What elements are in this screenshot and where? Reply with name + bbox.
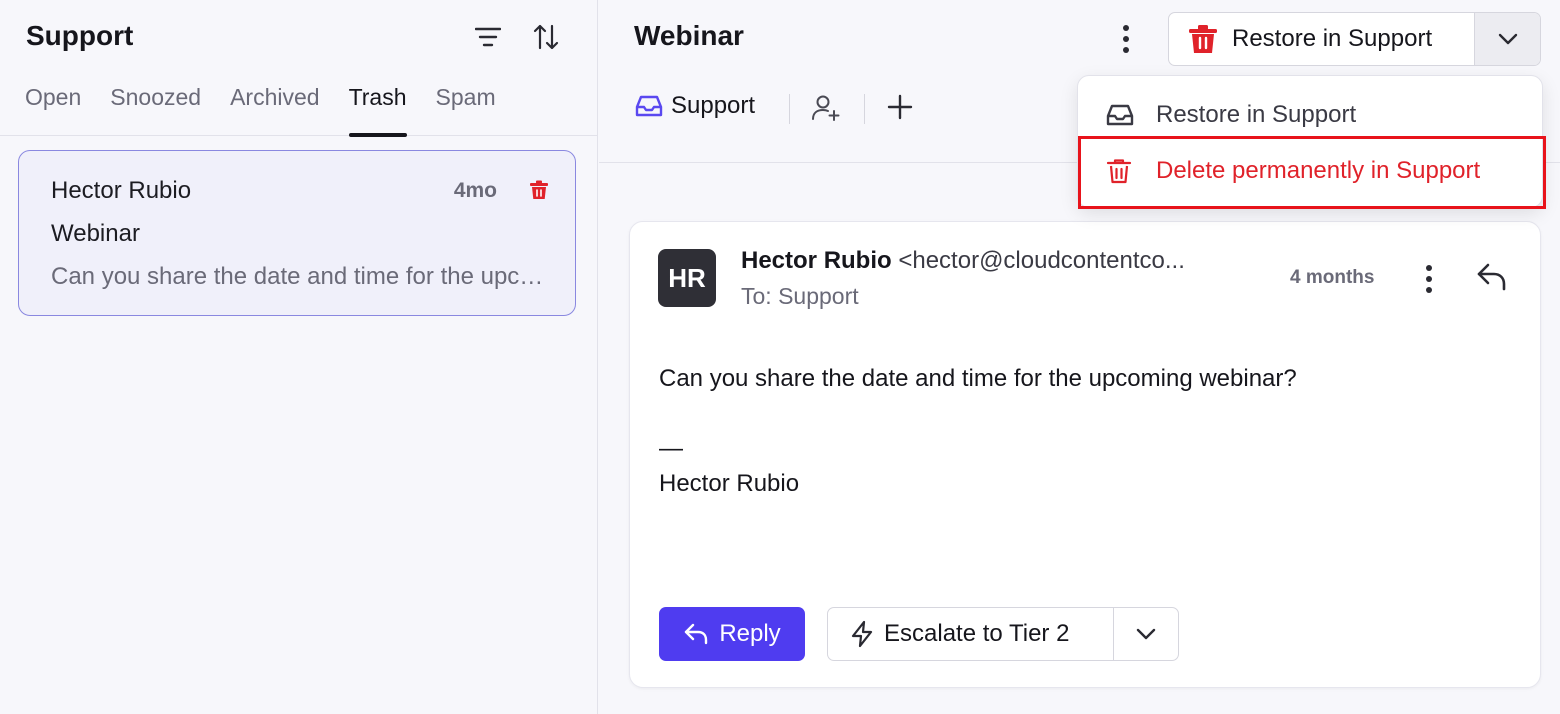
- lightning-icon: [851, 620, 873, 648]
- tab-snoozed[interactable]: Snoozed: [110, 80, 201, 136]
- filter-button[interactable]: [473, 22, 503, 52]
- tab-trash[interactable]: Trash: [348, 80, 407, 137]
- more-vertical-icon: [1426, 265, 1432, 293]
- more-options-button[interactable]: [1109, 22, 1143, 56]
- inbox-icon: [635, 95, 663, 117]
- tab-archived[interactable]: Archived: [230, 80, 319, 136]
- conversation-preview: Can you share the date and time for the …: [51, 263, 551, 290]
- divider: [789, 94, 790, 124]
- restore-button-label: Restore in Support: [1232, 25, 1433, 52]
- sort-button[interactable]: [531, 22, 561, 52]
- inbox-chip-label: Support: [671, 92, 756, 119]
- restore-button[interactable]: Restore in Support: [1169, 13, 1474, 65]
- reply-icon: [685, 623, 708, 645]
- signature-separator: —: [659, 435, 683, 462]
- list-tools: [473, 22, 561, 52]
- escalate-button[interactable]: Escalate to Tier 2: [828, 608, 1113, 660]
- escalate-options-toggle[interactable]: [1113, 608, 1178, 660]
- divider: [864, 94, 865, 124]
- menu-item-restore[interactable]: Restore in Support: [1078, 86, 1544, 144]
- reply-icon: [1477, 263, 1506, 291]
- trash-icon: [1189, 25, 1217, 53]
- trash-icon: [529, 180, 549, 200]
- trash-icon: [1106, 159, 1132, 184]
- plus-icon: [887, 94, 913, 120]
- conversation-sender: Hector Rubio: [51, 177, 192, 204]
- tab-spam[interactable]: Spam: [436, 80, 496, 136]
- assign-user-button[interactable]: [811, 93, 841, 123]
- reply-button[interactable]: Reply: [659, 607, 805, 661]
- inbox-title: Support: [26, 20, 134, 51]
- message-from: Hector Rubio <hector@cloudcontentco...: [741, 247, 1241, 275]
- message-more-button[interactable]: [1414, 262, 1444, 296]
- filter-icon: [475, 27, 501, 47]
- message-time: 4 months: [1290, 267, 1375, 288]
- conversation-subject: Webinar: [51, 220, 140, 247]
- conversation-item[interactable]: Hector Rubio 4mo Webinar Can you share t…: [18, 150, 576, 316]
- avatar: HR: [658, 249, 716, 307]
- restore-options-toggle[interactable]: [1474, 13, 1540, 65]
- sender-name: Hector Rubio: [741, 247, 892, 274]
- conversation-time: 4mo: [453, 179, 497, 202]
- message-reply-button[interactable]: [1476, 262, 1508, 292]
- message-text: Can you share the date and time for the …: [659, 365, 1297, 392]
- sender-email: <hector@cloudcontentco...: [898, 247, 1185, 274]
- inbox-icon: [1106, 104, 1134, 126]
- status-tabs: Open Snoozed Archived Trash Spam: [0, 80, 598, 137]
- add-user-icon: [812, 95, 840, 121]
- escalate-split-button: Escalate to Tier 2: [827, 607, 1179, 661]
- add-button[interactable]: [887, 94, 913, 120]
- signature-name: Hector Rubio: [659, 470, 800, 497]
- menu-item-restore-label: Restore in Support: [1156, 101, 1357, 128]
- reply-button-label: Reply: [719, 620, 781, 647]
- escalate-button-label: Escalate to Tier 2: [884, 620, 1070, 647]
- menu-item-delete-permanently[interactable]: Delete permanently in Support: [1078, 142, 1544, 200]
- inbox-chip[interactable]: Support: [635, 92, 755, 120]
- message-body: Can you share the date and time for the …: [659, 361, 1297, 501]
- menu-item-delete-label: Delete permanently in Support: [1156, 157, 1481, 184]
- message-to: To: Support: [741, 283, 859, 309]
- sort-icon: [533, 24, 559, 50]
- more-vertical-icon: [1123, 25, 1129, 53]
- conversation-title: Webinar: [634, 20, 744, 51]
- chevron-down-icon: [1498, 33, 1517, 45]
- restore-options-menu: Restore in Support Delete permanently in…: [1077, 75, 1543, 208]
- tab-open[interactable]: Open: [25, 80, 81, 136]
- chevron-down-icon: [1136, 628, 1156, 640]
- restore-split-button: Restore in Support: [1168, 12, 1541, 66]
- message-card: HR Hector Rubio <hector@cloudcontentco..…: [629, 221, 1541, 688]
- conversation-list-panel: Support Open Snoozed Archived Trash Spam…: [0, 0, 598, 714]
